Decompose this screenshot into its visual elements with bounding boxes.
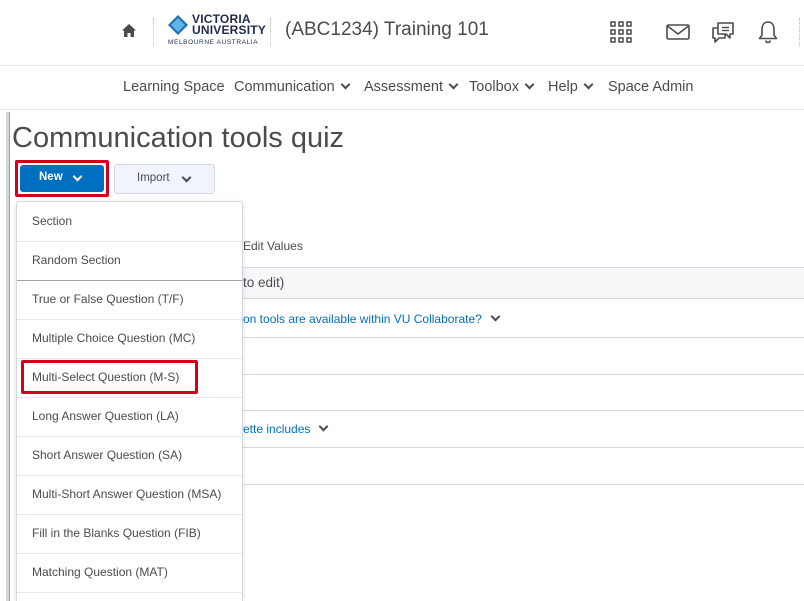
menu-item-short-answer[interactable]: Short Answer Question (SA): [17, 436, 242, 475]
menu-item-fill-blanks[interactable]: Fill in the Blanks Question (FIB): [17, 514, 242, 553]
course-navbar: Learning Space Communication Assessment …: [0, 66, 804, 110]
chevron-down-icon: [448, 79, 459, 90]
table-header-text: to edit): [243, 275, 285, 290]
table-header-row: [240, 268, 804, 298]
header-divider: [270, 18, 271, 46]
import-button[interactable]: Import: [114, 164, 215, 194]
chevron-down-icon: [181, 172, 192, 183]
chevron-down-icon: [490, 311, 501, 322]
table-divider: [240, 374, 804, 375]
table-divider: [240, 447, 804, 448]
chevron-down-icon: [72, 171, 83, 182]
nav-help[interactable]: Help: [548, 79, 594, 95]
menu-item-multiple-choice[interactable]: Multiple Choice Question (MC): [17, 319, 242, 358]
top-bar: VICTORIA UNIVERSITY MELBOURNE AUSTRALIA …: [0, 0, 804, 66]
mail-icon[interactable]: [665, 19, 691, 45]
page-title: Communication tools quiz: [12, 122, 345, 154]
question-link[interactable]: on tools are available within VU Collabo…: [243, 311, 501, 326]
table-divider: [240, 298, 804, 299]
logo-diamond-icon: [168, 15, 188, 35]
chat-icon[interactable]: [710, 19, 736, 45]
nav-communication[interactable]: Communication: [234, 79, 351, 95]
nav-toolbox[interactable]: Toolbox: [469, 79, 535, 95]
table-divider: [240, 337, 804, 338]
waffle-icon[interactable]: [608, 19, 634, 45]
university-logo[interactable]: VICTORIA UNIVERSITY MELBOURNE AUSTRALIA: [168, 13, 266, 48]
chevron-down-icon: [318, 421, 329, 432]
new-dropdown-menu: Section Random Section True or False Que…: [16, 201, 243, 601]
header-divider: [153, 18, 154, 46]
table-divider: [240, 484, 804, 485]
chevron-down-icon: [583, 79, 594, 90]
chevron-down-icon: [340, 79, 351, 90]
new-button[interactable]: New: [20, 165, 104, 192]
menu-item-true-false[interactable]: True or False Question (T/F): [17, 280, 242, 319]
nav-space-admin[interactable]: Space Admin: [608, 79, 693, 95]
menu-item-long-answer[interactable]: Long Answer Question (LA): [17, 397, 242, 436]
highlight-box: [21, 360, 198, 394]
logo-subtitle: MELBOURNE AUSTRALIA: [168, 39, 259, 46]
logo-wordmark: VICTORIA UNIVERSITY: [192, 12, 267, 37]
nav-learning-space[interactable]: Learning Space: [123, 79, 225, 95]
edit-values-link[interactable]: Edit Values: [243, 239, 303, 253]
chevron-down-icon: [524, 79, 535, 90]
course-title[interactable]: (ABC1234) Training 101: [285, 19, 489, 41]
question-link[interactable]: ette includes: [243, 421, 329, 436]
menu-item-multi-short-answer[interactable]: Multi-Short Answer Question (MSA): [17, 475, 242, 514]
menu-item-matching[interactable]: Matching Question (MAT): [17, 553, 242, 592]
nav-assessment[interactable]: Assessment: [364, 79, 459, 95]
menu-item-random-section[interactable]: Random Section: [17, 241, 242, 280]
page-left-border: [6, 112, 10, 601]
menu-item-section[interactable]: Section: [17, 202, 242, 241]
header-divider: [799, 18, 800, 46]
table-divider: [240, 410, 804, 411]
home-icon[interactable]: [120, 22, 138, 40]
bell-icon[interactable]: [755, 19, 781, 45]
menu-divider: [17, 592, 242, 593]
